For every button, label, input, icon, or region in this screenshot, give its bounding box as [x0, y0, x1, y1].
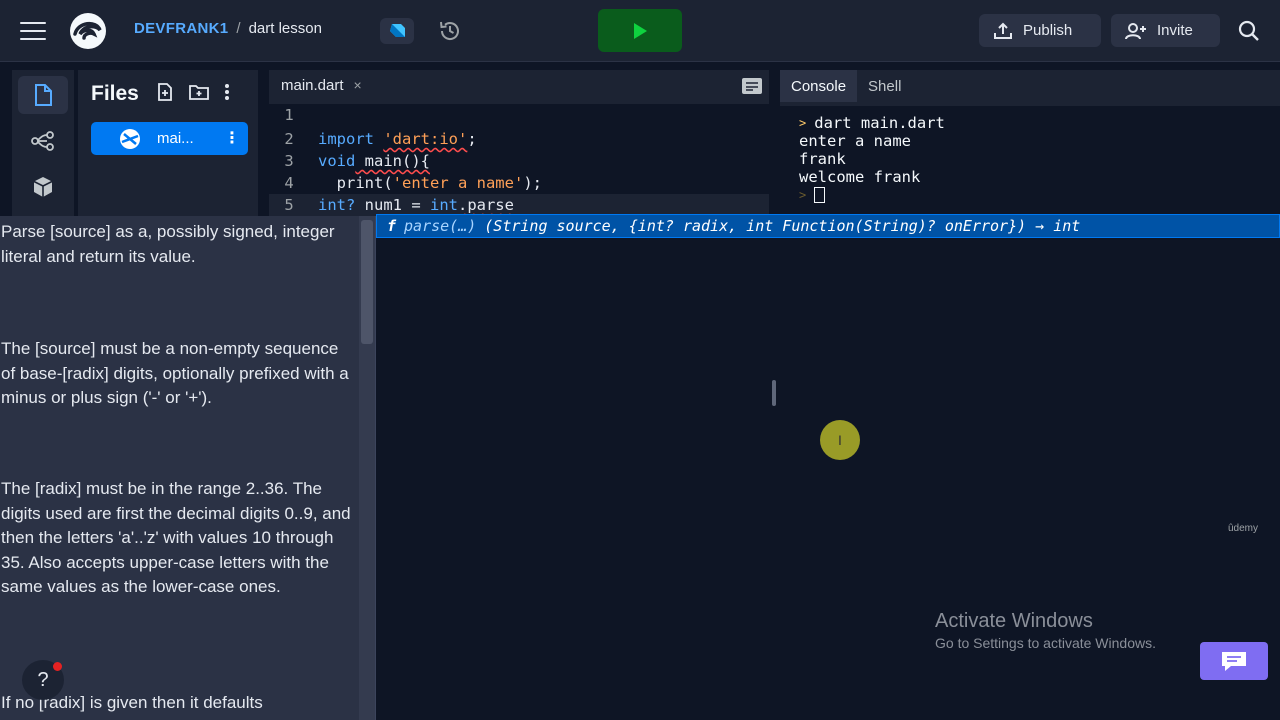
activate-windows-watermark: Activate Windows Go to Settings to activ… — [935, 610, 1156, 651]
keyword: void — [318, 152, 356, 170]
activate-title: Activate Windows — [935, 610, 1093, 632]
string-literal: 'dart:io' — [383, 130, 468, 148]
doc-paragraph: The [radix] must be in the range 2..36. … — [1, 479, 351, 596]
console-text: dart main.dart — [814, 114, 945, 132]
code-text: main(){ — [355, 152, 430, 170]
code-line: 1 — [269, 104, 769, 126]
keyword: import — [318, 130, 374, 148]
console-input-line[interactable]: > — [799, 186, 826, 204]
menu-icon[interactable] — [18, 18, 48, 44]
history-icon[interactable] — [434, 16, 466, 46]
line-number: 1 — [284, 106, 294, 124]
keyword: int — [429, 196, 458, 214]
console-text: welcome frank — [799, 168, 921, 186]
console-line: enter a name — [799, 132, 911, 150]
doc-scrollbar[interactable] — [359, 216, 375, 720]
code-text: print( — [318, 174, 393, 192]
text-cursor — [814, 187, 826, 203]
play-icon — [633, 22, 647, 39]
console-text: enter a name — [799, 132, 911, 150]
top-bar: DEVFRANK1 / dart lesson Publish Invite — [0, 0, 1280, 62]
line-number: 4 — [284, 174, 294, 192]
files-panel: Files mai... ⋮ — [78, 70, 258, 220]
invite-label: Invite — [1157, 22, 1193, 39]
sidebar-item-packages[interactable] — [18, 168, 68, 206]
line-number: 5 — [284, 196, 294, 214]
sidebar-item-files[interactable] — [18, 76, 68, 114]
help-button[interactable]: ? — [22, 660, 64, 700]
doc-paragraph: Parse [source] as a, possibly signed, in… — [1, 222, 335, 266]
tab-shell[interactable]: Shell — [857, 70, 912, 102]
notification-dot — [53, 662, 62, 671]
code-line: 2 import 'dart:io'; — [269, 128, 769, 150]
files-title: Files — [91, 82, 139, 105]
string-literal: 'enter a name' — [392, 174, 524, 192]
more-vertical-icon[interactable] — [224, 83, 230, 101]
console-line: welcome frank — [799, 168, 920, 186]
sidebar-item-git[interactable] — [18, 122, 68, 160]
function-icon: f — [387, 217, 397, 235]
scrollbar-thumb[interactable] — [361, 220, 373, 344]
publish-button[interactable]: Publish — [979, 14, 1101, 47]
sidebar-rail — [12, 70, 74, 220]
editor-options-icon[interactable] — [741, 77, 763, 95]
documentation-tooltip: Parse [source] as a, possibly signed, in… — [0, 216, 376, 720]
tab-main-dart[interactable]: main.dart × — [271, 70, 372, 102]
breadcrumb-user[interactable]: DEVFRANK1 — [134, 20, 228, 37]
file-item-main-dart[interactable]: mai... ⋮ — [91, 122, 248, 155]
punctuation: ; — [467, 130, 477, 148]
close-tab-icon[interactable]: × — [354, 77, 362, 93]
code-text: num1 = — [355, 196, 430, 214]
autocomplete-suggestion[interactable]: f parse(…) (String source, {int? radix, … — [376, 214, 1280, 238]
suggestion-name: parse(…) — [404, 217, 477, 235]
code-line: 4 print('enter a name'); — [269, 172, 769, 194]
git-branch-icon — [31, 131, 54, 151]
dart-file-icon — [120, 128, 140, 149]
breadcrumb-project[interactable]: dart lesson — [249, 20, 322, 37]
activate-subtitle: Go to Settings to activate Windows. — [935, 635, 1156, 651]
tab-console[interactable]: Console — [780, 70, 858, 102]
chat-button[interactable] — [1200, 642, 1268, 680]
suggestion-signature: (String source, {int? radix, int Functio… — [484, 217, 1081, 235]
keyword: int? — [318, 196, 356, 214]
upload-icon — [994, 22, 1012, 39]
breadcrumb: DEVFRANK1 / dart lesson — [134, 20, 322, 37]
code-text: .parse — [457, 196, 514, 214]
file-options-icon[interactable]: ⋮ — [224, 128, 240, 148]
line-number: 2 — [284, 130, 294, 148]
code-line: 3 void main(){ — [269, 150, 769, 172]
file-item-label: mai... — [157, 130, 194, 147]
console-line: > dart main.dart — [799, 114, 945, 132]
prompt-icon: > — [799, 116, 807, 130]
mouse-cursor-highlight: I — [820, 420, 860, 460]
chat-icon — [1222, 652, 1246, 671]
console-text: frank — [799, 150, 846, 168]
run-button[interactable] — [598, 9, 682, 52]
dart-language-icon[interactable] — [380, 18, 414, 44]
new-file-icon[interactable] — [156, 82, 174, 102]
file-icon — [35, 84, 52, 106]
console-line: frank — [799, 150, 846, 168]
doc-paragraph: The [source] must be a non-empty sequenc… — [1, 339, 349, 407]
tab-label: main.dart — [281, 76, 344, 94]
invite-button[interactable]: Invite — [1111, 14, 1220, 47]
add-user-icon — [1125, 22, 1146, 39]
punctuation: ); — [523, 174, 542, 192]
replit-logo-icon[interactable] — [66, 10, 110, 52]
prompt-icon: > — [799, 188, 807, 202]
udemy-watermark: ûdemy — [1228, 523, 1259, 534]
pane-resize-handle[interactable] — [772, 380, 776, 406]
help-icon: ? — [37, 668, 49, 691]
package-icon — [33, 177, 53, 197]
line-number: 3 — [284, 152, 294, 170]
search-icon[interactable] — [1232, 16, 1266, 46]
publish-label: Publish — [1023, 22, 1073, 39]
code-line-current: 5 int? num1 = int.parse — [269, 194, 769, 216]
breadcrumb-separator: / — [236, 20, 241, 37]
new-folder-icon[interactable] — [188, 83, 210, 101]
